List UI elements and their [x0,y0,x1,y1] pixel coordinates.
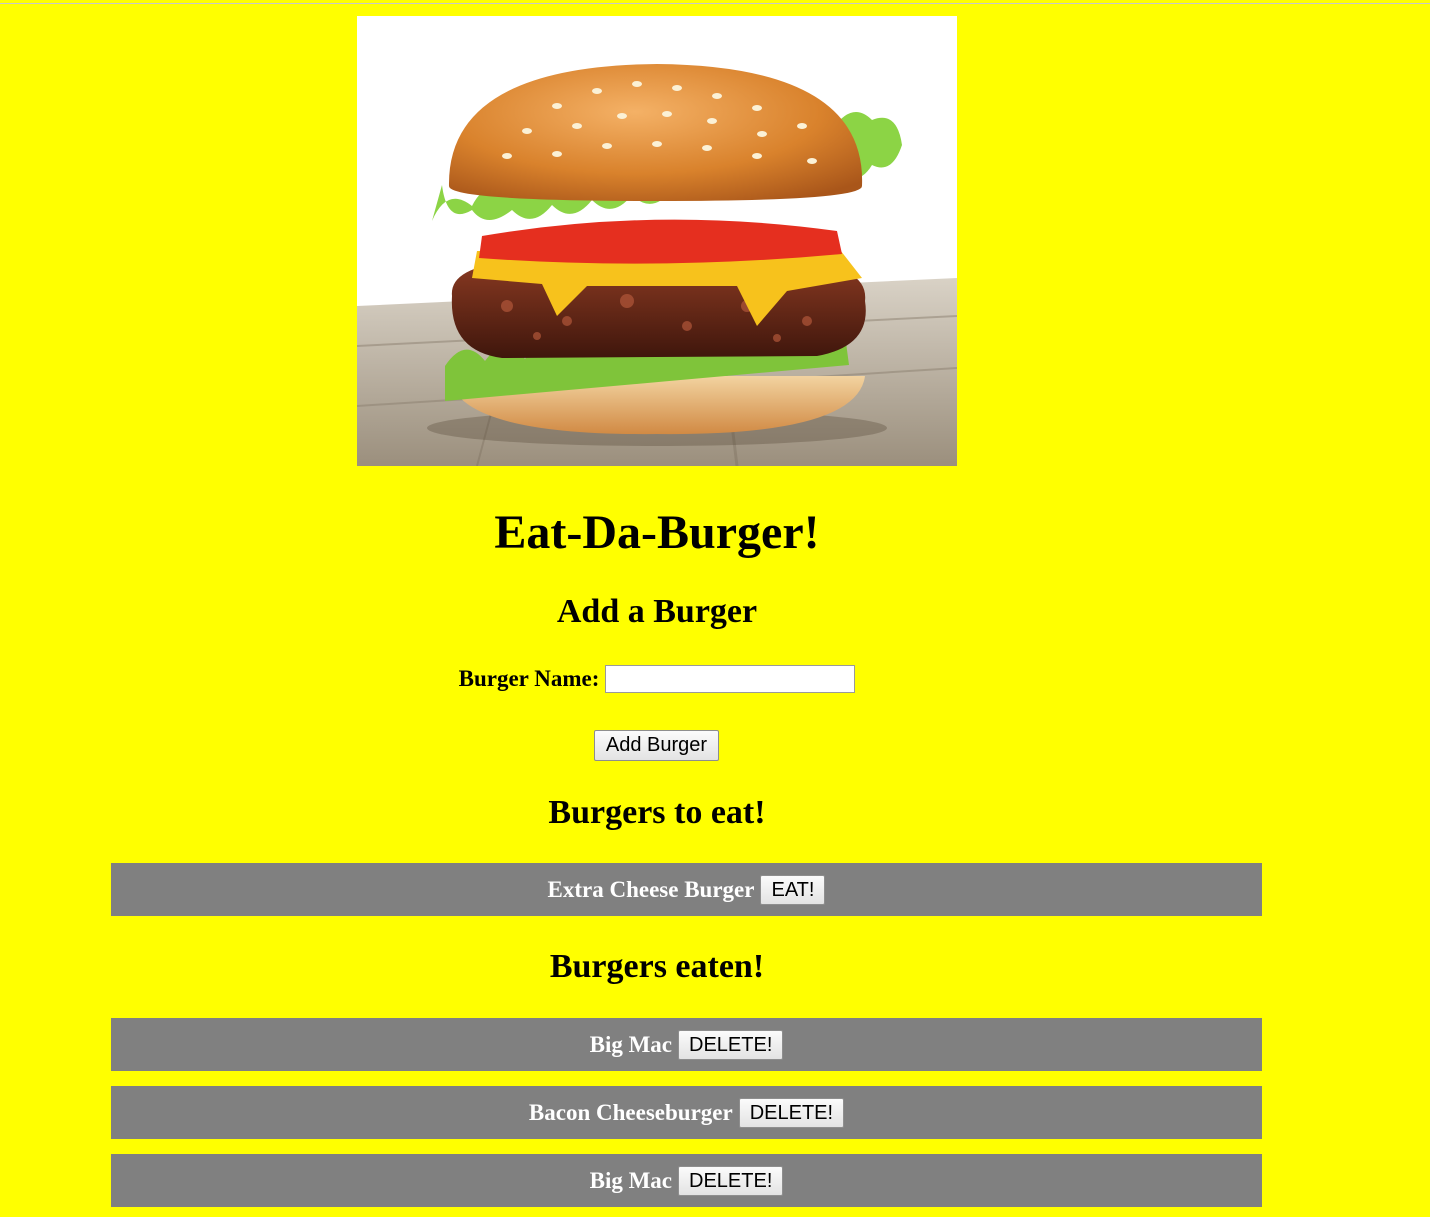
delete-button[interactable]: DELETE! [678,1165,784,1196]
burger-name: Big Mac [589,1167,673,1193]
page-title: Eat-Da-Burger! [494,506,820,559]
burger-illustration [357,16,957,466]
delete-button[interactable]: DELETE! [738,1097,845,1128]
burger-name: Big Mac [589,1031,673,1057]
top-divider [0,3,1430,4]
burger-name-label: Burger Name: [458,666,600,691]
add-burger-button[interactable]: Add Burger [594,730,719,761]
add-burger-heading: Add a Burger [556,593,758,630]
eaten-row: Bacon Cheeseburger DELETE! [111,1086,1262,1139]
burger-name: Bacon Cheeseburger [528,1099,733,1125]
delete-button[interactable]: DELETE! [678,1029,784,1060]
burger-form: Burger Name: [357,662,957,696]
eat-button[interactable]: EAT! [760,874,826,905]
eaten-row: Big Mac DELETE! [111,1154,1262,1207]
burgers-eaten-heading: Burgers eaten! [549,948,765,985]
hero-burger-image [357,16,957,466]
burger-name: Extra Cheese Burger [547,876,755,902]
eaten-row: Big Mac DELETE! [111,1018,1262,1071]
burgers-to-eat-heading: Burgers to eat! [548,794,766,831]
to-eat-row: Extra Cheese Burger EAT! [111,863,1262,916]
burger-name-input[interactable] [605,665,856,693]
